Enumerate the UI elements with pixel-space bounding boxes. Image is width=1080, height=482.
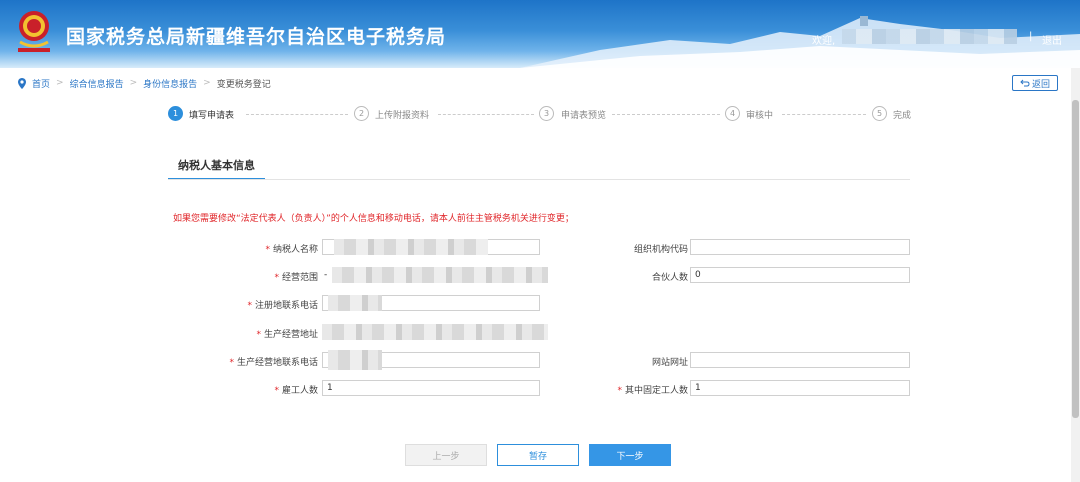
step-connector — [782, 114, 866, 115]
back-label: 返回 — [1031, 79, 1050, 90]
logout-link[interactable]: 退出 — [1042, 32, 1062, 47]
biz-phone-label: * 生产经营地联系电话 — [229, 358, 318, 368]
username-redacted — [842, 29, 1017, 44]
step-connector — [438, 114, 534, 115]
prev-step-button[interactable]: 上一步 — [405, 444, 487, 466]
tab-taxpayer-info[interactable]: 纳税人基本信息 — [168, 152, 265, 180]
org-code-label: 组织机构代码 — [633, 245, 688, 255]
back-button[interactable]: 返回 — [1012, 75, 1058, 91]
redacted-value — [328, 295, 382, 311]
tax-emblem-icon — [18, 11, 50, 52]
save-draft-button[interactable]: 暂存 — [497, 444, 579, 466]
breadcrumb-current: 变更税务登记 — [216, 79, 271, 90]
redacted-value — [332, 267, 548, 283]
business-scope-label: * 经营范围 — [274, 273, 318, 283]
header-separator: | — [1029, 31, 1033, 42]
breadcrumb-separator: > — [203, 78, 211, 88]
step-2-label: 上传附报资料 — [375, 111, 430, 121]
step-5-label: 完成 — [893, 111, 912, 121]
breadcrumb-report[interactable]: 综合信息报告 — [70, 77, 124, 90]
location-pin-icon — [18, 77, 26, 89]
breadcrumb-home[interactable]: 首页 — [32, 77, 50, 90]
site-title: 国家税务总局新疆维吾尔自治区电子税务局 — [66, 26, 447, 48]
redacted-value — [328, 350, 382, 370]
next-step-button[interactable]: 下一步 — [589, 444, 671, 466]
website-label: 网站网址 — [651, 358, 688, 368]
step-3-number: 3 — [539, 106, 554, 121]
fixed-employees-label: * 其中固定工人数 — [617, 386, 688, 396]
redacted-value — [334, 239, 488, 255]
taxpayer-name-label: * 纳税人名称 — [265, 245, 318, 255]
step-2-number: 2 — [354, 106, 369, 121]
return-arrow-icon — [1020, 79, 1030, 87]
site-header: 国家税务总局新疆维吾尔自治区电子税务局 欢迎, | 退出 — [0, 0, 1080, 68]
step-connector — [246, 114, 348, 115]
breadcrumb-separator: > — [129, 78, 138, 88]
breadcrumb-identity[interactable]: 身份信息报告 — [143, 77, 197, 90]
step-4-label: 审核中 — [746, 111, 774, 121]
scrollbar-thumb[interactable] — [1072, 100, 1079, 418]
org-code-field[interactable] — [690, 239, 910, 255]
step-3-label: 申请表预览 — [561, 111, 607, 121]
step-1-number: 1 — [168, 106, 183, 121]
employees-field[interactable]: 1 — [322, 380, 540, 396]
partners-field[interactable]: 0 — [690, 267, 910, 283]
section-divider — [168, 179, 910, 180]
step-connector — [612, 114, 720, 115]
business-scope-prefix: - — [324, 270, 328, 280]
notice-text: 如果您需要修改“法定代表人（负责人）”的个人信息和移动电话，请本人前往主管税务机… — [173, 214, 574, 224]
redacted-value — [322, 324, 548, 340]
partners-label: 合伙人数 — [651, 273, 688, 283]
address-label: * 生产经营地址 — [256, 330, 318, 340]
step-4-number: 4 — [725, 106, 740, 121]
employees-label: * 雇工人数 — [274, 386, 318, 396]
step-5-number: 5 — [872, 106, 887, 121]
step-1-label: 填写申请表 — [189, 111, 235, 121]
breadcrumb-separator: > — [56, 78, 64, 88]
breadcrumb: 首页 > 综合信息报告 > 身份信息报告 > 变更税务登记 — [18, 77, 271, 90]
website-field[interactable] — [690, 352, 910, 368]
welcome-text: 欢迎, — [812, 36, 836, 47]
reg-phone-label: * 注册地联系电话 — [247, 301, 318, 311]
fixed-employees-field[interactable]: 1 — [690, 380, 910, 396]
